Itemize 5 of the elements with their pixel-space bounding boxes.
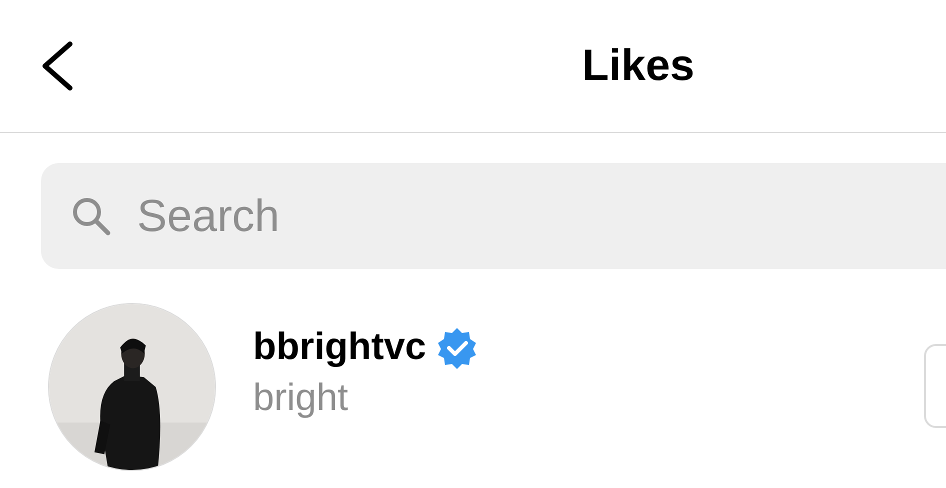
search-field[interactable]: Search [41, 163, 946, 269]
back-icon[interactable] [40, 41, 74, 91]
username[interactable]: bbrightvc [253, 326, 426, 369]
page-title: Likes [582, 41, 695, 91]
full-name: bright [253, 377, 350, 420]
